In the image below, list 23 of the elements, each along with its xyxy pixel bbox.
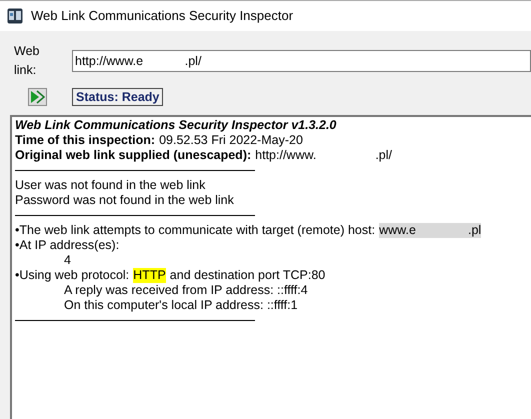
status-label: Status: Ready: [72, 88, 164, 106]
go-button[interactable]: [28, 88, 47, 106]
report-line: User was not found in the web link: [15, 178, 206, 192]
report-line: •The web link attempts to communicate with target (remote) host:: [15, 222, 376, 238]
web-link-field[interactable]: http://www.e .pl/: [72, 50, 531, 72]
report-line: and destination port TCP:80: [170, 268, 326, 282]
app-icon: [7, 8, 23, 24]
highlighted-text: www.e .pl: [379, 222, 482, 238]
web-link-label: Web link:: [14, 43, 40, 79]
window-title: Web Link Communications Security Inspector: [31, 7, 294, 26]
field-label: Time of this inspection:: [15, 132, 156, 148]
report-line: Password was not found in the web link: [15, 192, 235, 208]
report-line: •Using web protocol:: [15, 268, 130, 282]
field-value: 09.52.53 Fri 2022-May-20: [159, 132, 303, 148]
field-value: http://www. .pl/: [255, 148, 392, 162]
highlighted-text: HTTP: [133, 268, 166, 282]
play-arrow-icon: [30, 90, 45, 104]
report-title: Web Link Communications Security Inspector v1.3.2.0: [15, 118, 338, 132]
report-line: On this computer's local IP address: ::ffff:1: [63, 298, 299, 312]
report-line: •At IP address(es):: [15, 238, 120, 252]
report-line: A reply was received from IP address: ::ffff:4: [63, 282, 309, 298]
report-line: 4: [63, 252, 72, 268]
field-label: Original web link supplied (unescaped):: [15, 148, 252, 162]
